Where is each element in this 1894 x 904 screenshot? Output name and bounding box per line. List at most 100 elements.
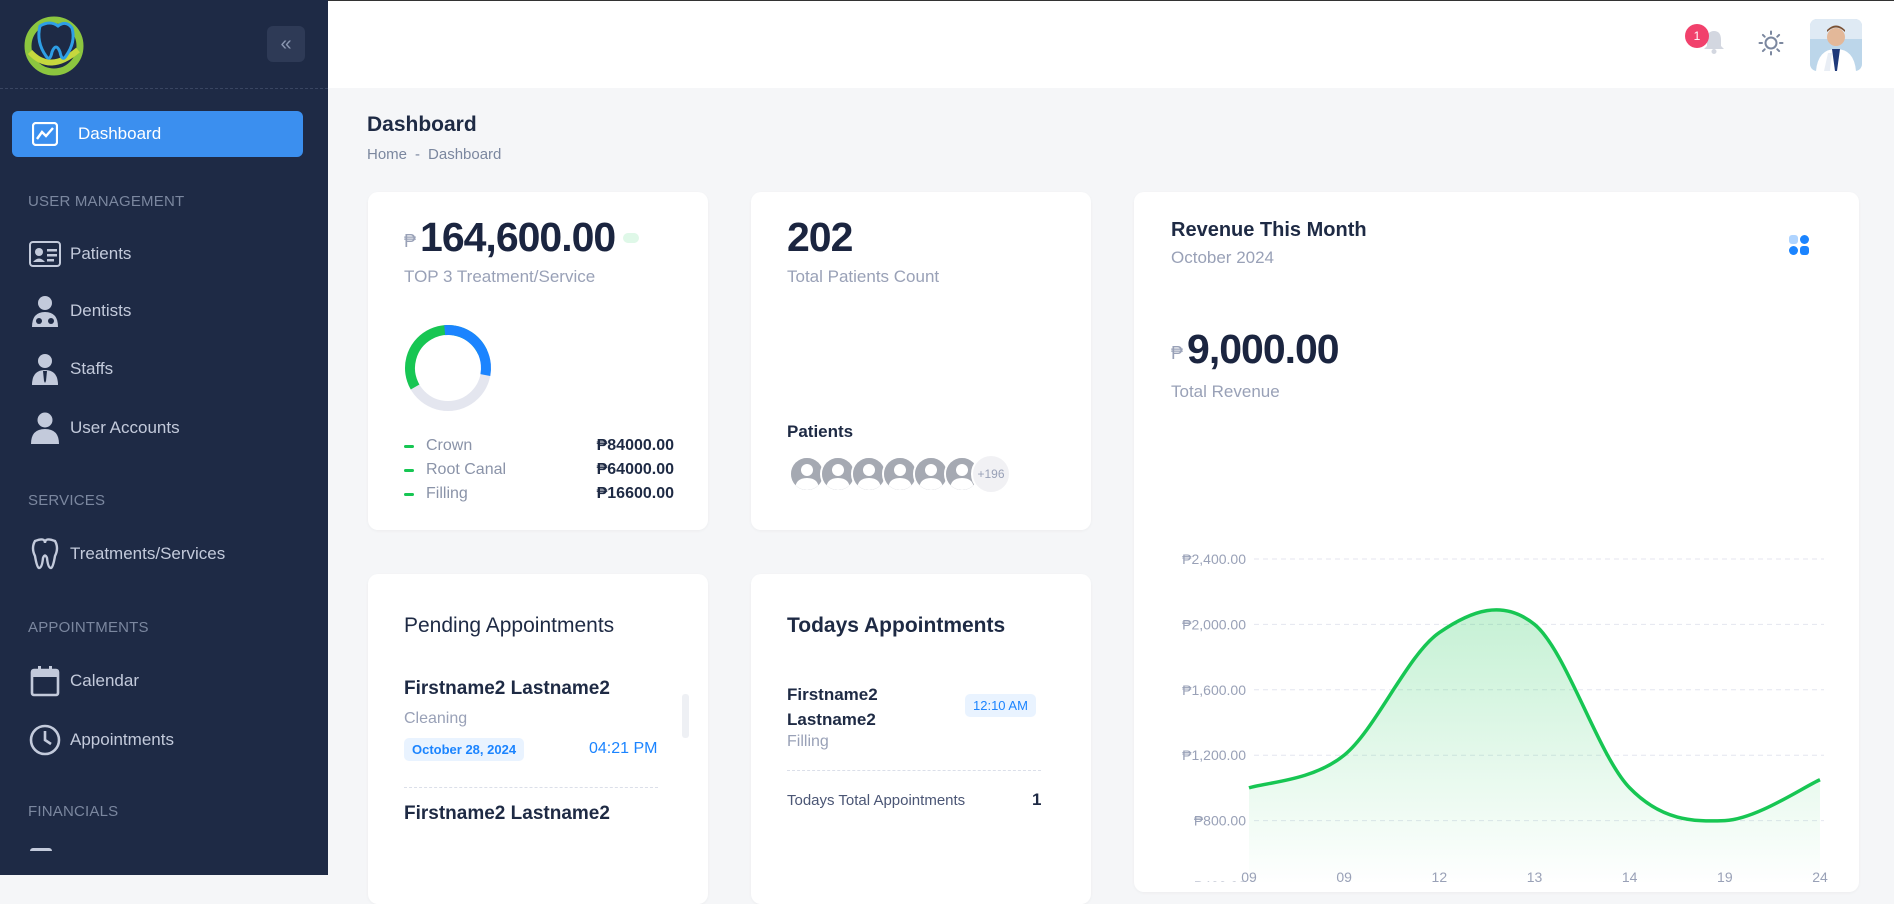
status-indicator — [623, 233, 639, 243]
section-user-management: USER MANAGEMENT — [28, 193, 184, 210]
top-services-label: TOP 3 Treatment/Service — [404, 267, 595, 287]
topbar — [328, 0, 1894, 88]
section-services: SERVICES — [28, 492, 105, 509]
currency-symbol: ₱ — [1171, 343, 1183, 364]
sidebar-item-user-accounts[interactable]: User Accounts — [28, 410, 180, 446]
sidebar-item-label: Calendar — [70, 671, 139, 691]
x-tick-label: 14 — [1622, 869, 1638, 882]
appointment-date-badge: October 28, 2024 — [404, 738, 524, 761]
sidebar-item-dashboard[interactable]: Dashboard — [12, 111, 303, 157]
sidebar-item-label: User Accounts — [70, 418, 180, 438]
patients-section-title: Patients — [787, 422, 853, 442]
appointment-name[interactable]: Firstname2 Lastname2 — [787, 682, 878, 732]
legend-item: Filling₱16600.00 — [404, 483, 674, 505]
appointment-name[interactable]: Firstname2 Lastname2 — [404, 803, 610, 825]
legend-value: ₱84000.00 — [597, 437, 674, 455]
appointment-first-name: Firstname2 — [787, 682, 878, 707]
more-patients-badge[interactable]: +196 — [971, 454, 1011, 494]
sidebar-item-appointments[interactable]: Appointments — [28, 722, 174, 758]
legend-name: Filling — [426, 485, 597, 503]
appointment-last-name: Lastname2 — [787, 707, 878, 732]
patient-avatar-group: +196 — [789, 456, 1029, 496]
legend-name: Crown — [426, 437, 597, 455]
breadcrumb-home[interactable]: Home — [367, 146, 407, 163]
appointment-time: 04:21 PM — [589, 740, 657, 758]
todays-appointments-card: Todays Appointments Firstname2 Lastname2… — [751, 574, 1091, 904]
pending-title: Pending Appointments — [404, 614, 614, 638]
todays-total-value: 1 — [1032, 790, 1041, 810]
sidebar-item-label: Dashboard — [78, 124, 161, 144]
legend-marker — [404, 469, 414, 472]
user-tie-icon — [28, 353, 62, 385]
tooth-icon — [28, 538, 62, 570]
revenue-line-chart: ₱400.00 ₱800.00 ₱1,200.00 ₱1,600.00 ₱2,000.0… — [1134, 542, 1859, 882]
divider — [787, 770, 1041, 771]
series-area — [1249, 610, 1820, 882]
todays-title: Todays Appointments — [787, 614, 1005, 638]
doctor-icon — [28, 295, 62, 327]
legend-value: ₱64000.00 — [597, 461, 674, 479]
x-tick-label: 24 — [1812, 869, 1828, 882]
y-tick-label: ₱1,600.00 — [1182, 682, 1246, 698]
x-tick-label: 09 — [1336, 869, 1352, 882]
page-title: Dashboard — [367, 113, 477, 137]
sidebar-item-label: Treatments/Services — [70, 544, 225, 564]
appointment-name[interactable]: Firstname2 Lastname2 — [404, 678, 610, 700]
breadcrumb: Home - Dashboard — [367, 146, 501, 163]
appointment-service: Filling — [787, 733, 829, 751]
user-icon — [28, 412, 62, 444]
y-tick-label: ₱800.00 — [1194, 813, 1246, 829]
appointment-service: Cleaning — [404, 710, 467, 728]
x-tick-label: 13 — [1527, 869, 1543, 882]
sidebar-item-patients[interactable]: Patients — [28, 236, 131, 272]
sun-icon[interactable] — [1758, 30, 1784, 56]
y-tick-label: ₱400.00 — [1194, 878, 1246, 882]
divider — [404, 787, 658, 788]
breadcrumb-separator: - — [415, 146, 420, 163]
top-services-amount: 164,600.00 — [420, 214, 615, 261]
sidebar-item-label: Appointments — [70, 730, 174, 750]
clock-icon — [28, 724, 62, 756]
sidebar-item-label: Patients — [70, 244, 131, 264]
appointment-time-badge: 12:10 AM — [965, 694, 1036, 717]
sidebar-item-treatments[interactable]: Treatments/Services — [28, 536, 225, 572]
apps-icon[interactable] — [1788, 234, 1810, 256]
sidebar-item-label: Staffs — [70, 359, 113, 379]
revenue-title: Revenue This Month — [1171, 219, 1367, 242]
y-tick-label: ₱2,400.00 — [1182, 551, 1246, 567]
sidebar: « Dashboard USER MANAGEMENT Patients Den… — [0, 0, 328, 875]
todays-total-label: Todays Total Appointments — [787, 792, 965, 809]
x-tick-label: 19 — [1717, 869, 1733, 882]
id-card-icon — [28, 238, 62, 270]
patients-count: 202 — [787, 214, 852, 261]
legend-marker — [404, 445, 414, 448]
scrollbar[interactable] — [682, 694, 689, 738]
donut-chart — [402, 322, 494, 414]
partial-icon — [30, 848, 52, 861]
sidebar-item-staffs[interactable]: Staffs — [28, 351, 113, 387]
y-tick-label: ₱1,200.00 — [1182, 747, 1246, 763]
top-services-total: ₱ 164,600.00 — [404, 214, 639, 261]
notification-badge: 1 — [1685, 24, 1709, 48]
sidebar-item-label: Dentists — [70, 301, 131, 321]
revenue-total: ₱ 9,000.00 — [1171, 326, 1339, 373]
currency-symbol: ₱ — [404, 231, 416, 252]
patients-card: 202 Total Patients Count Patients +196 — [751, 192, 1091, 530]
legend-name: Root Canal — [426, 461, 597, 479]
revenue-amount: 9,000.00 — [1187, 326, 1339, 373]
calendar-icon — [28, 665, 62, 697]
legend-value: ₱16600.00 — [597, 485, 674, 503]
legend-item: Root Canal₱64000.00 — [404, 459, 674, 481]
user-avatar[interactable] — [1810, 19, 1862, 71]
sidebar-item-calendar[interactable]: Calendar — [28, 663, 139, 699]
chart-line-icon — [32, 122, 60, 146]
section-financials: FINANCIALS — [28, 803, 118, 820]
legend-marker — [404, 493, 414, 496]
y-tick-label: ₱2,000.00 — [1182, 616, 1246, 632]
sidebar-collapse-button[interactable]: « — [267, 26, 305, 62]
x-tick-label: 12 — [1432, 869, 1448, 882]
sidebar-item-dentists[interactable]: Dentists — [28, 293, 131, 329]
legend-item: Crown₱84000.00 — [404, 435, 674, 457]
breadcrumb-current: Dashboard — [428, 146, 501, 163]
chevron-double-left-icon: « — [280, 33, 291, 56]
